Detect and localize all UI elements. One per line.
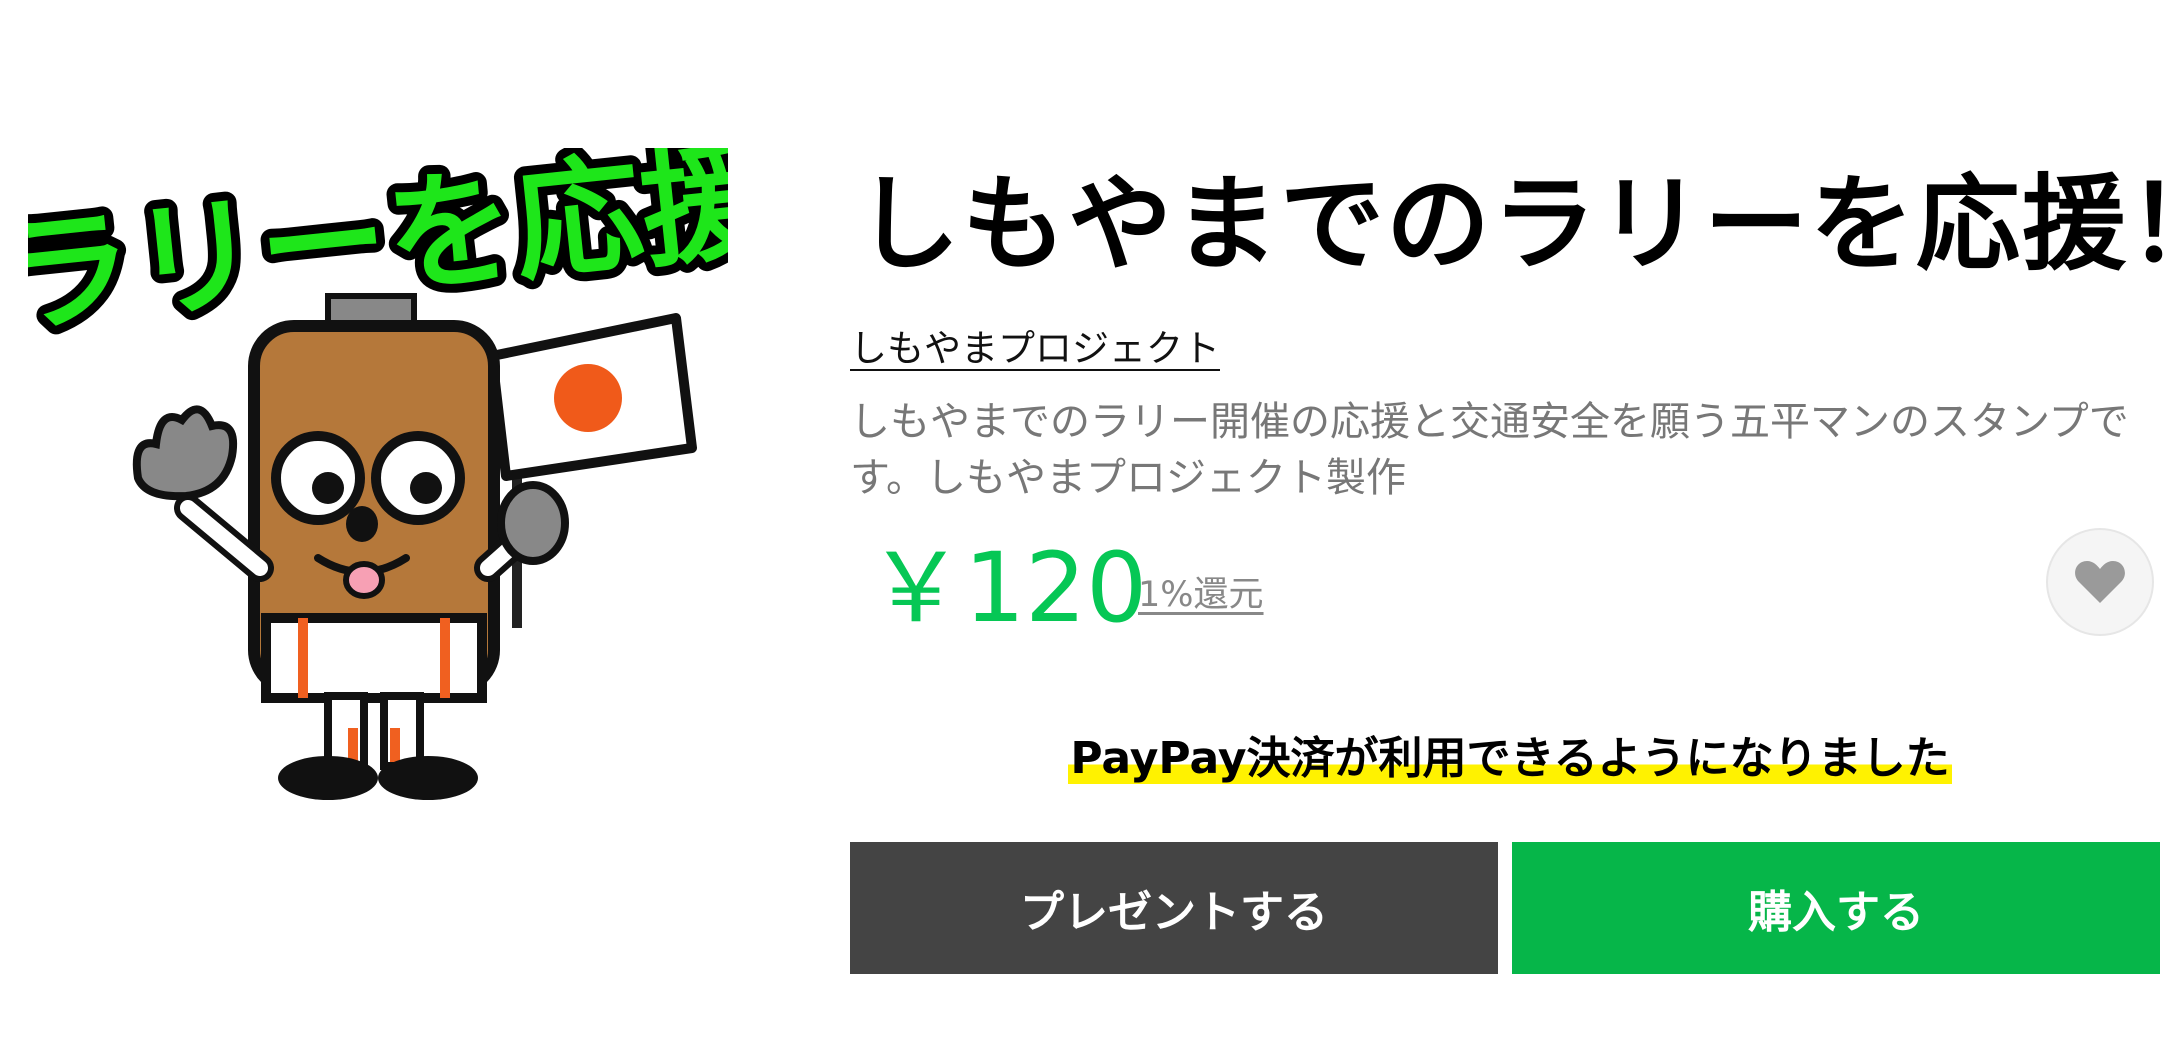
author-link[interactable]: しもやまプロジェクト [850, 318, 1220, 372]
product-title: しもやまでのラリーを応援！ [856, 163, 2172, 285]
product-info: しもやまでのラリーを応援！ しもやまプロジェクト しもやまでのラリー開催の応援と… [850, 0, 2172, 1055]
paypay-notice: PayPay決済が利用できるようになりました [850, 722, 2170, 786]
cashback-link[interactable]: 1%還元 [1138, 566, 1264, 617]
product-description: しもやまでのラリー開催の応援と交通安全を願う五平マンのスタンプです。しもやまプロ… [850, 399, 2129, 501]
mascot-character [132, 293, 697, 800]
gift-button-label: プレゼントする [1020, 887, 1328, 938]
heart-icon [2074, 559, 2126, 605]
paypay-notice-text: PayPay決済が利用できるようになりました [1068, 733, 1952, 784]
price-row: ￥120 1%還元 [850, 528, 2170, 648]
price: ￥120 [868, 532, 1148, 644]
sticker-image: ラリーを応援 ラリーを応援 [28, 148, 728, 808]
buy-button[interactable]: 購入する [1512, 842, 2160, 974]
favorite-button[interactable] [2046, 528, 2154, 636]
buy-button-label: 購入する [1748, 887, 1924, 938]
gift-button[interactable]: プレゼントする [850, 842, 1498, 974]
